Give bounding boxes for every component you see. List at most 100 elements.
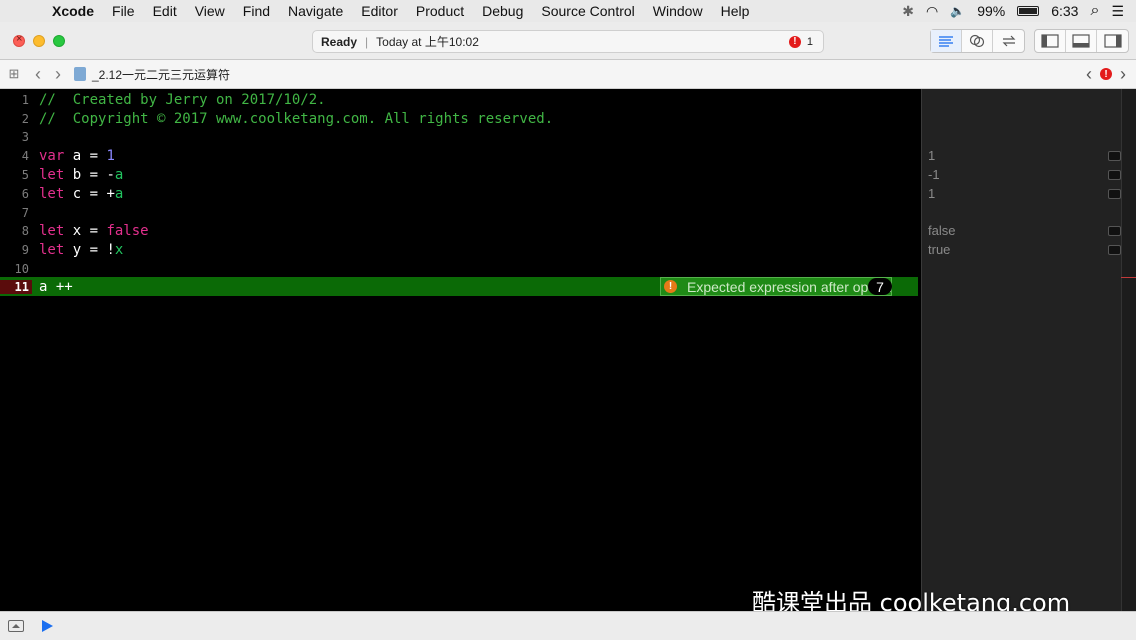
menu-file[interactable]: File xyxy=(103,3,144,19)
line-number: 10 xyxy=(14,261,29,276)
toggle-debug-area-button[interactable] xyxy=(1066,30,1097,52)
run-playground-icon[interactable] xyxy=(42,620,53,632)
result-value[interactable]: false xyxy=(922,221,1121,240)
breadcrumb-file[interactable]: _2.12一元二元三元运算符 xyxy=(92,66,230,83)
line-number: 2 xyxy=(21,111,29,126)
issue-icon[interactable]: ! xyxy=(1100,68,1112,80)
error-icon: ! xyxy=(788,35,801,48)
code-text: let c = +a xyxy=(39,185,124,202)
debug-bar xyxy=(0,611,1136,640)
menu-view[interactable]: View xyxy=(186,3,234,19)
menu-navigate[interactable]: Navigate xyxy=(279,3,352,19)
version-editor-button[interactable] xyxy=(993,30,1024,52)
error-marker xyxy=(1121,277,1136,278)
results-sidebar: 1 -1 1 false true xyxy=(921,89,1136,611)
menu-source-control[interactable]: Source Control xyxy=(532,3,643,19)
result-text: 1 xyxy=(928,186,936,201)
menu-find[interactable]: Find xyxy=(234,3,279,19)
bluetooth-icon[interactable]: ✱ xyxy=(902,3,914,20)
close-window-button[interactable] xyxy=(13,33,25,47)
inline-issue-message[interactable]: ! Expected expression after operator xyxy=(660,277,892,296)
toggle-navigator-button[interactable] xyxy=(1035,30,1066,52)
line-number: 4 xyxy=(21,148,29,163)
status-separator: | xyxy=(365,34,369,49)
line-number: 3 xyxy=(21,129,29,144)
issue-count-badge[interactable]: 7 xyxy=(868,278,892,295)
menu-product[interactable]: Product xyxy=(407,3,473,19)
quick-look-icon[interactable] xyxy=(1108,169,1121,180)
line-number: 9 xyxy=(21,242,29,257)
related-items-icon[interactable]: ⊞ xyxy=(0,66,28,82)
code-line[interactable]: 3 xyxy=(0,127,918,146)
quick-look-icon[interactable] xyxy=(1108,225,1121,236)
assistant-editor-button[interactable] xyxy=(962,30,993,52)
code-line[interactable]: 1 // Created by Jerry on 2017/10/2. xyxy=(0,90,918,109)
quick-look-icon[interactable] xyxy=(1108,150,1121,161)
error-indicator[interactable]: ! 1 xyxy=(788,35,823,48)
code-line[interactable]: 2 // Copyright © 2017 www.coolketang.com… xyxy=(0,109,918,128)
line-number: 8 xyxy=(21,223,29,238)
result-value[interactable]: 1 xyxy=(922,146,1121,165)
code-line[interactable]: 10 xyxy=(0,259,918,278)
wifi-icon[interactable]: ◠ xyxy=(926,3,938,20)
line-number: 1 xyxy=(21,92,29,107)
maximize-window-button[interactable] xyxy=(53,35,65,47)
line-number: 5 xyxy=(21,167,29,182)
clock[interactable]: 6:33 xyxy=(1051,3,1078,19)
result-text: -1 xyxy=(928,167,940,182)
code-text: var a = 1 xyxy=(39,147,115,164)
volume-icon[interactable]: 🔈 xyxy=(950,4,965,18)
standard-editor-button[interactable] xyxy=(931,30,962,52)
result-value[interactable]: true xyxy=(922,240,1121,259)
code-comment: // Copyright © 2017 www.coolketang.com. … xyxy=(39,110,554,127)
build-status: Ready xyxy=(321,34,358,49)
results-scrollbar[interactable] xyxy=(1121,89,1136,611)
error-code-text: a ++ xyxy=(39,278,73,295)
code-line[interactable]: 6 let c = +a xyxy=(0,184,918,203)
build-time: Today at 上午10:02 xyxy=(376,35,479,49)
assistant-editor-icon xyxy=(969,34,985,48)
code-line[interactable]: 8 let x = false xyxy=(0,221,918,240)
menu-debug[interactable]: Debug xyxy=(473,3,532,19)
standard-editor-icon xyxy=(939,36,953,47)
result-value[interactable]: -1 xyxy=(922,165,1121,184)
back-button[interactable]: ‹ xyxy=(28,64,48,85)
line-number: 7 xyxy=(21,205,29,220)
code-line[interactable]: 7 xyxy=(0,203,918,222)
window-toolbar: Ready | Today at 上午10:02 ! 1 xyxy=(0,22,1136,60)
spotlight-search-icon[interactable]: ⌕ xyxy=(1090,2,1099,20)
toggle-utilities-button[interactable] xyxy=(1097,30,1128,52)
code-text: let y = !x xyxy=(39,241,124,258)
show-debug-area-icon[interactable] xyxy=(8,620,24,632)
quick-look-icon[interactable] xyxy=(1108,244,1121,255)
code-line[interactable]: 9 let y = !x xyxy=(0,240,918,259)
code-line[interactable]: 4 var a = 1 xyxy=(0,146,918,165)
code-text: let x = false xyxy=(39,222,149,239)
source-editor[interactable]: 1 // Created by Jerry on 2017/10/2. 2 //… xyxy=(0,89,921,611)
editor-mode-group xyxy=(930,29,1025,53)
code-text: let b = -a xyxy=(39,166,124,183)
code-line[interactable]: 5 let b = -a xyxy=(0,165,918,184)
quick-look-icon[interactable] xyxy=(1108,188,1121,199)
result-text: 1 xyxy=(928,148,936,163)
playground-file-icon xyxy=(74,67,86,81)
menu-help[interactable]: Help xyxy=(712,3,759,19)
line-number: 6 xyxy=(21,186,29,201)
result-value[interactable]: 1 xyxy=(922,184,1121,203)
activity-viewer[interactable]: Ready | Today at 上午10:02 ! 1 xyxy=(312,30,824,53)
issue-text: Expected expression after operator xyxy=(687,278,892,295)
debug-area-panel-icon xyxy=(1072,34,1090,48)
menu-window[interactable]: Window xyxy=(644,3,712,19)
notification-center-icon[interactable]: ☰ xyxy=(1111,3,1124,20)
previous-issue-button[interactable]: ‹ xyxy=(1086,64,1092,85)
battery-icon[interactable] xyxy=(1017,6,1040,16)
jump-bar: ⊞ ‹ › _2.12一元二元三元运算符 ‹ ! › xyxy=(0,60,1136,89)
next-issue-button[interactable]: › xyxy=(1120,64,1126,85)
menu-editor[interactable]: Editor xyxy=(352,3,407,19)
minimize-window-button[interactable] xyxy=(33,35,45,47)
menu-edit[interactable]: Edit xyxy=(144,3,186,19)
utilities-panel-icon xyxy=(1103,34,1122,48)
error-code-line[interactable]: 11 a ++ ! Expected expression after oper… xyxy=(0,277,918,296)
forward-button[interactable]: › xyxy=(48,64,68,85)
menu-xcode[interactable]: Xcode xyxy=(52,3,103,19)
